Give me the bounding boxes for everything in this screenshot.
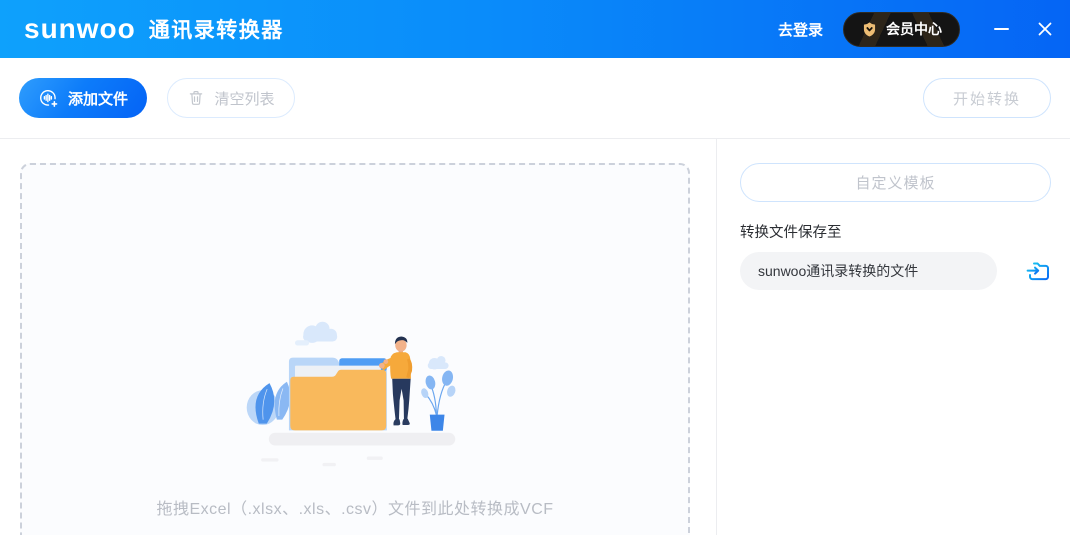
start-convert-label: 开始转换 (953, 88, 1021, 109)
save-path-input[interactable] (740, 252, 997, 290)
close-icon[interactable] (1034, 14, 1056, 44)
save-to-label: 转换文件保存至 (740, 221, 842, 242)
custom-template-button[interactable]: 自定义模板 (740, 163, 1051, 202)
folder-arrow-icon (1025, 257, 1053, 285)
vertical-divider (716, 139, 717, 535)
toolbar: 添加文件 清空列表 开始转换 (0, 58, 1070, 139)
login-link[interactable]: 去登录 (778, 19, 823, 40)
member-center-button[interactable]: 会员中心 (843, 12, 960, 47)
waveform-add-icon (38, 88, 59, 109)
app-title: 通讯录转换器 (149, 14, 284, 44)
app-window: sunwoo 通讯录转换器 去登录 会员中心 (0, 0, 1070, 535)
start-convert-button[interactable]: 开始转换 (923, 78, 1051, 118)
choose-folder-button[interactable] (1024, 256, 1054, 286)
custom-template-label: 自定义模板 (855, 172, 935, 193)
dropzone-illustration (229, 308, 481, 479)
clear-list-button[interactable]: 清空列表 (167, 78, 295, 118)
add-files-label: 添加文件 (68, 88, 128, 109)
minimize-icon[interactable] (990, 14, 1012, 44)
add-files-button[interactable]: 添加文件 (19, 78, 147, 118)
trash-icon (187, 89, 205, 107)
clear-list-label: 清空列表 (214, 88, 274, 109)
member-center-label: 会员中心 (886, 19, 942, 39)
vip-shield-icon (861, 21, 878, 38)
title-bar-actions: 去登录 会员中心 (778, 12, 1056, 47)
title-bar: sunwoo 通讯录转换器 去登录 会员中心 (0, 0, 1070, 58)
brand-logo: sunwoo (24, 15, 136, 43)
file-drop-zone[interactable]: 拖拽Excel（.xlsx、.xls、.csv）文件到此处转换成VCF (20, 163, 690, 535)
drop-hint-text: 拖拽Excel（.xlsx、.xls、.csv）文件到此处转换成VCF (22, 495, 688, 519)
